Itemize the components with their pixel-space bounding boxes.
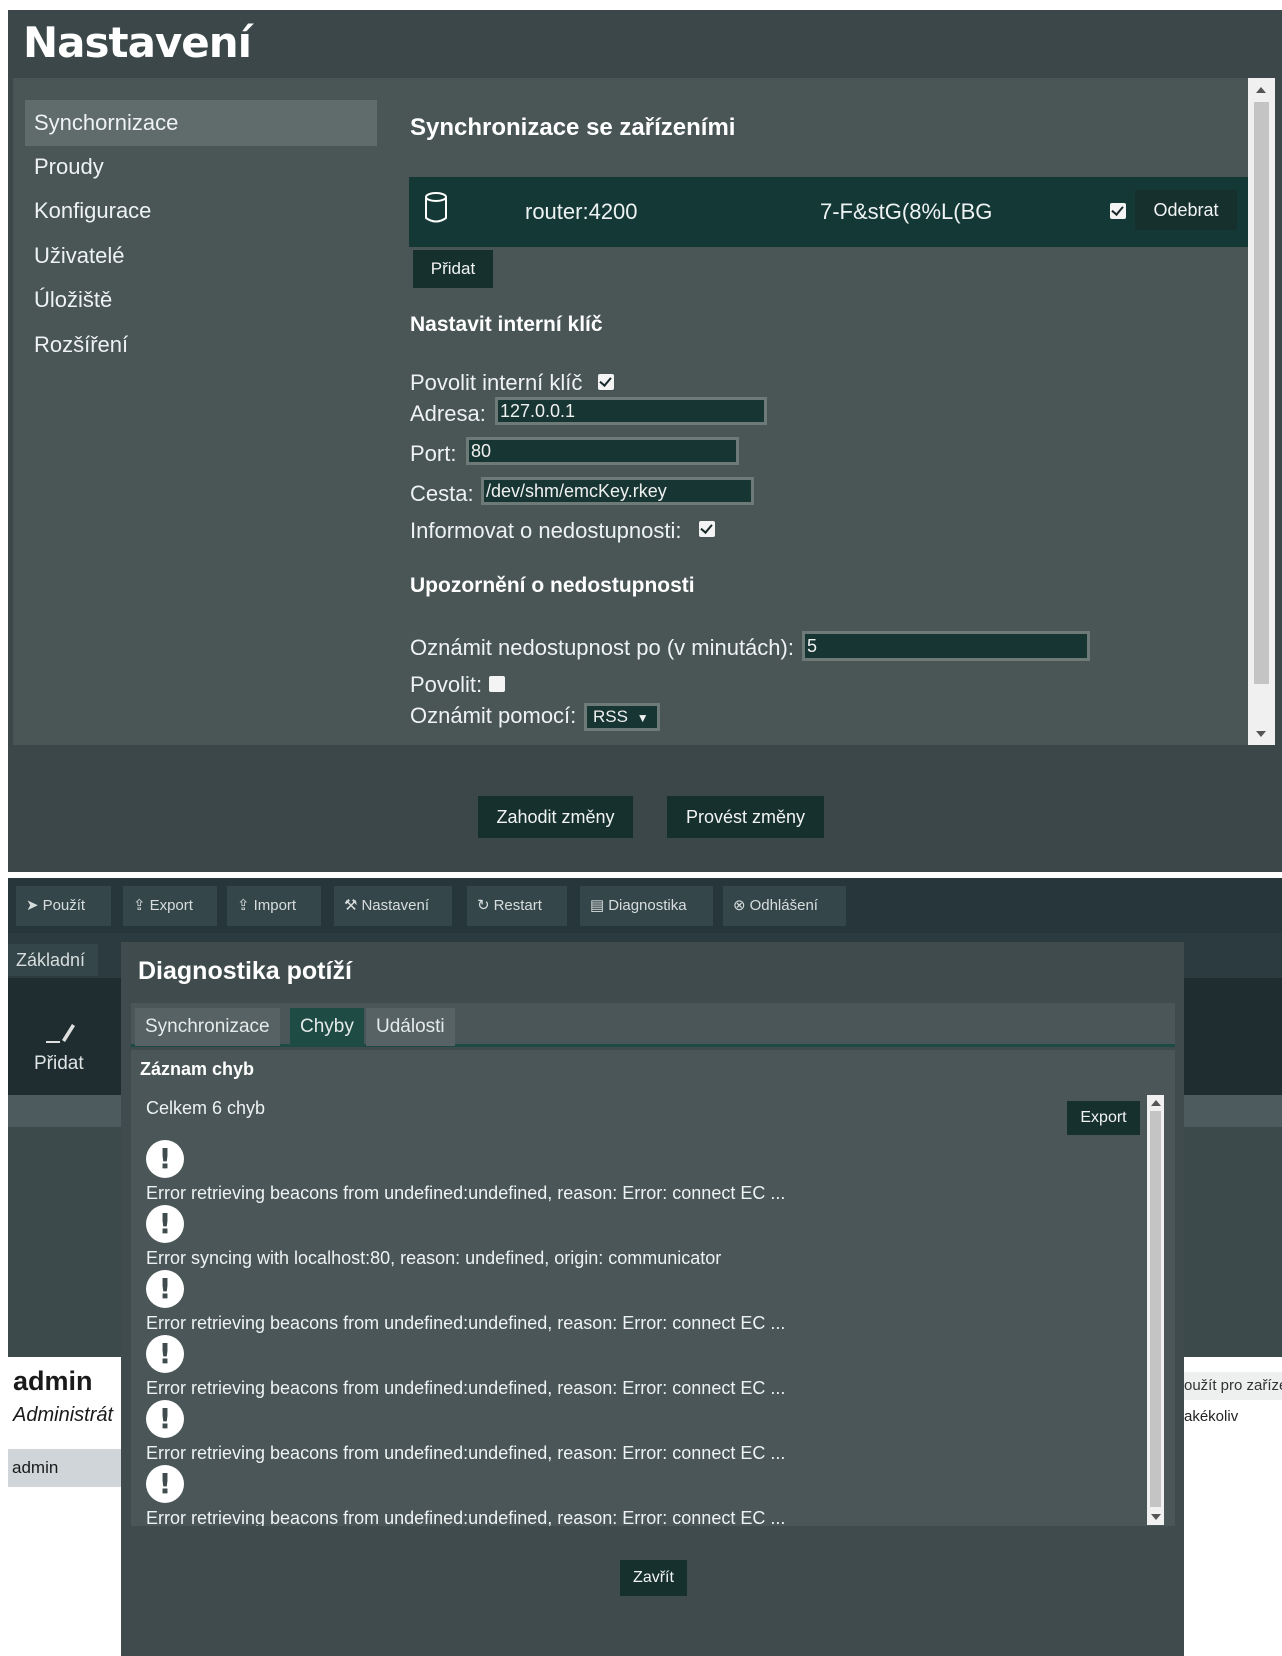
toolbar-apply-label: Použít [42, 897, 86, 914]
restart-icon: ↻ [477, 897, 490, 914]
toolbar-apply-button[interactable]: ➤ Použít [16, 886, 111, 926]
tab-errors[interactable]: Chyby [290, 1008, 364, 1046]
error-item: Error retrieving beacons from undefined:… [146, 1183, 786, 1203]
toolbar-import-button[interactable]: ⇪ Import [227, 886, 321, 926]
toolbar-export-button[interactable]: ⇪ Export [123, 886, 217, 926]
internal-key-heading: Nastavit interní klíč [410, 313, 603, 336]
error-icon: ! [146, 1335, 184, 1373]
toolbar-logout-button[interactable]: ⊗ Odhlášení [723, 886, 846, 926]
diagnostics-icon: ▤ [590, 897, 605, 914]
device-enabled-checkbox[interactable] [1110, 203, 1126, 219]
user-name: admin [13, 1366, 93, 1396]
nav-item-sync[interactable]: Synchornizace [25, 100, 377, 146]
toolbar-diagnostics-label: Diagnostika [608, 897, 687, 914]
notify-via-value: RSS [593, 707, 628, 726]
nav-item-users[interactable]: Uživatelé [25, 233, 377, 279]
database-icon [425, 192, 447, 223]
toolbar-diagnostics-button[interactable]: ▤ Diagnostika [580, 886, 713, 926]
user-card [8, 1357, 121, 1656]
allow-checkbox[interactable] [489, 676, 505, 692]
error-icon: ! [146, 1140, 184, 1178]
notify-via-label: Oznámit pomocí: [410, 703, 577, 728]
export-icon: ⇪ [133, 897, 146, 914]
nav-item-extensions[interactable]: Rozšíření [25, 322, 377, 368]
import-icon: ⇪ [237, 897, 250, 914]
tab-events[interactable]: Události [366, 1008, 455, 1046]
error-icon: ! [146, 1465, 184, 1503]
allow-label: Povolit: [410, 672, 483, 697]
app-add-label[interactable]: Přidat [34, 1053, 84, 1075]
toolbar-restart-label: Restart [493, 897, 542, 914]
error-log-heading: Záznam chyb [140, 1059, 255, 1079]
close-button[interactable]: Zavřít [620, 1560, 687, 1596]
toolbar-import-label: Import [253, 897, 297, 914]
scroll-thumb[interactable] [1254, 102, 1269, 684]
error-icon: ! [146, 1400, 184, 1438]
enable-internal-key-label: Povolit interní klíč [410, 370, 583, 395]
port-input[interactable] [466, 437, 739, 465]
apply-changes-button[interactable]: Provést změny [667, 796, 824, 838]
path-label: Cesta: [410, 481, 474, 506]
address-input[interactable] [495, 397, 767, 425]
nav-item-configuration[interactable]: Konfigurace [25, 188, 377, 234]
nav-item-streams[interactable]: Proudy [25, 144, 377, 190]
diagnostics-tabs [131, 1003, 1175, 1047]
settings-title: Nastavení [23, 18, 252, 67]
pencil-icon [46, 1024, 75, 1043]
error-log-scrollbar[interactable] [1147, 1095, 1164, 1525]
scroll-down-icon[interactable] [1256, 731, 1266, 737]
add-device-button[interactable]: Přidat [413, 250, 493, 288]
user-row[interactable]: admin [8, 1449, 121, 1487]
unavailability-heading: Upozornění o nedostupnosti [410, 574, 695, 597]
settings-scrollbar[interactable] [1248, 78, 1275, 745]
toolbar-settings-button[interactable]: ⚒ Nastavení [334, 886, 452, 926]
diagnostics-title: Diagnostika potíží [138, 957, 352, 985]
scroll-thumb[interactable] [1150, 1111, 1161, 1507]
toolbar-export-label: Export [149, 897, 193, 914]
scroll-up-icon[interactable] [1151, 1100, 1161, 1106]
scroll-down-icon[interactable] [1151, 1514, 1161, 1520]
right-column-value: akékoliv [1184, 1408, 1239, 1425]
device-key: 7-F&stG(8%L(BG [820, 199, 993, 224]
error-item: Error retrieving beacons from undefined:… [146, 1443, 786, 1463]
remove-device-button[interactable]: Odebrat [1135, 190, 1237, 230]
error-item: Error retrieving beacons from undefined:… [146, 1378, 786, 1398]
right-column [1184, 1357, 1282, 1656]
scroll-up-icon[interactable] [1256, 87, 1266, 93]
chevron-down-icon: ▼ [636, 711, 649, 725]
enable-internal-key-checkbox[interactable] [598, 374, 614, 390]
tab-synchronization[interactable]: Synchronizace [135, 1008, 280, 1046]
notify-after-label: Oznámit nedostupnost po (v minutách): [410, 635, 794, 660]
toolbar-settings-label: Nastavení [361, 897, 429, 914]
send-icon: ➤ [26, 897, 39, 914]
discard-changes-button[interactable]: Zahodit změny [478, 796, 633, 838]
user-role: Administrát [13, 1404, 114, 1426]
path-input[interactable] [481, 477, 754, 505]
nav-item-storage[interactable]: Úložiště [25, 277, 377, 323]
tools-icon: ⚒ [344, 897, 358, 914]
address-label: Adresa: [410, 401, 486, 426]
toolbar-restart-button[interactable]: ↻ Restart [467, 886, 567, 926]
logout-icon: ⊗ [733, 897, 746, 914]
error-icon: ! [146, 1205, 184, 1243]
notify-via-select[interactable]: RSS ▼ [584, 703, 660, 731]
inform-checkbox[interactable] [699, 521, 715, 537]
sync-heading: Synchronizace se zařízeními [410, 114, 736, 141]
error-total: Celkem 6 chyb [146, 1098, 266, 1118]
device-address: router:4200 [525, 199, 638, 224]
inform-label: Informovat o nedostupnosti: [410, 518, 682, 543]
device-row: router:4200 7-F&stG(8%L(BG Odebrat [409, 177, 1267, 247]
tab-basic[interactable]: Základní [8, 944, 98, 976]
notify-after-input[interactable] [802, 631, 1090, 661]
right-column-header: oužít pro zaříze [1184, 1372, 1282, 1400]
port-label: Port: [410, 441, 457, 466]
error-icon: ! [146, 1270, 184, 1308]
error-item: Error syncing with localhost:80, reason:… [146, 1248, 722, 1268]
error-item: Error retrieving beacons from undefined:… [146, 1313, 786, 1333]
settings-panel: Synchornizace Proudy Konfigurace Uživate… [13, 78, 1275, 745]
toolbar-logout-label: Odhlášení [749, 897, 818, 914]
export-errors-button[interactable]: Export [1067, 1101, 1140, 1135]
